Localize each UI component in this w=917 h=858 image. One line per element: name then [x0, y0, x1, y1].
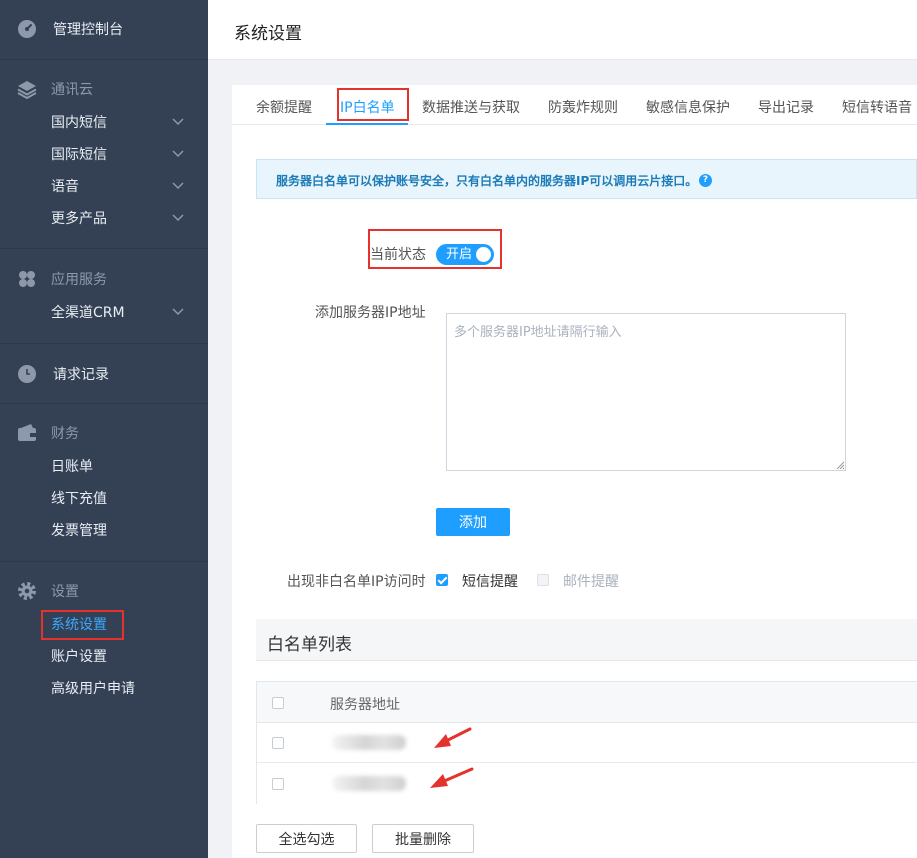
row-checkbox[interactable]: [272, 737, 284, 749]
batch-delete-button[interactable]: 批量删除: [372, 824, 474, 853]
resize-grip-icon[interactable]: [836, 461, 844, 469]
chevron-down-icon[interactable]: [172, 116, 184, 128]
sidebar-dashboard-label: 管理控制台: [53, 22, 123, 38]
notice-text: 服务器白名单可以保护账号安全，只有白名单内的服务器IP可以调用云片接口。: [276, 174, 698, 188]
status-label: 当前状态: [370, 247, 426, 263]
add-button[interactable]: 添加: [436, 508, 510, 536]
tab-anti-bombing[interactable]: 防轰炸规则: [548, 97, 618, 117]
sidebar-item-account-settings[interactable]: 账户设置: [51, 645, 107, 669]
sidebar-group-label: 设置: [51, 584, 79, 600]
whitelist-table: 服务器地址: [256, 681, 917, 804]
sidebar-item-invoice[interactable]: 发票管理: [51, 519, 107, 543]
sidebar-divider: [0, 59, 208, 60]
annotation-arrow-icon: [430, 767, 474, 788]
row-checkbox[interactable]: [272, 778, 284, 790]
sidebar-divider: [0, 248, 208, 249]
sms-alert-checkbox[interactable]: [436, 574, 448, 586]
whitelist-section-header: 白名单列表: [256, 619, 917, 661]
email-alert-checkbox[interactable]: [537, 574, 549, 586]
question-icon[interactable]: ?: [699, 174, 712, 187]
sidebar-group-label: 应用服务: [51, 272, 107, 288]
sidebar-group-settings: 设置: [0, 576, 208, 606]
select-all-button[interactable]: 全选勾选: [256, 824, 357, 853]
page-header: 系统设置: [208, 0, 917, 60]
sidebar-group-finance: 财务: [0, 418, 208, 448]
sidebar-group-cloud: 通讯云: [0, 74, 208, 104]
chevron-down-icon[interactable]: [172, 148, 184, 160]
active-tab-indicator: [326, 123, 408, 125]
server-address-redacted: [332, 735, 406, 750]
table-header: 服务器地址: [257, 682, 917, 723]
gear-icon: [17, 581, 37, 601]
tab-sensitive-info[interactable]: 敏感信息保护: [646, 97, 730, 117]
sidebar-group-label: 财务: [51, 426, 79, 442]
chevron-down-icon[interactable]: [172, 212, 184, 224]
sidebar-item-offline-recharge[interactable]: 线下充值: [51, 487, 107, 511]
annotation-arrow-icon: [434, 727, 472, 748]
server-address-redacted: [332, 776, 406, 791]
wallet-icon: [17, 423, 37, 443]
sidebar-divider: [0, 403, 208, 404]
sidebar-item-more-products[interactable]: 更多产品: [51, 207, 107, 231]
sidebar-item-dashboard[interactable]: 管理控制台: [0, 14, 208, 44]
sidebar-item-intl-sms[interactable]: 国际短信: [51, 143, 107, 167]
info-notice: 服务器白名单可以保护账号安全，只有白名单内的服务器IP可以调用云片接口。 ?: [256, 159, 917, 199]
sidebar-divider: [0, 343, 208, 344]
apps-icon: [17, 269, 37, 289]
sidebar-item-crm[interactable]: 全渠道CRM: [51, 301, 125, 325]
table-row: [257, 723, 917, 763]
sidebar-item-voice[interactable]: 语音: [51, 175, 79, 199]
table-row: [257, 764, 917, 804]
ip-address-textarea[interactable]: [446, 313, 846, 471]
email-alert-label: 邮件提醒: [563, 574, 619, 590]
ip-input-label: 添加服务器IP地址: [315, 305, 426, 321]
chevron-down-icon[interactable]: [172, 180, 184, 192]
sidebar-group-app-services: 应用服务: [0, 264, 208, 294]
whitelist-title: 白名单列表: [267, 635, 352, 655]
toggle-knob: [476, 247, 491, 262]
chevron-down-icon[interactable]: [172, 306, 184, 318]
sidebar-item-daily-bill[interactable]: 日账单: [51, 455, 93, 479]
dashboard-gauge-icon: [17, 19, 37, 39]
sidebar: 管理控制台 通讯云 国内短信 国际短信 语音 更多产品 应用服务 全渠道CRM …: [0, 0, 208, 858]
sidebar-item-advanced-user[interactable]: 高级用户申请: [51, 677, 135, 701]
toggle-on-text: 开启: [446, 247, 473, 262]
sidebar-item-domestic-sms[interactable]: 国内短信: [51, 111, 107, 135]
status-toggle[interactable]: 开启: [436, 244, 494, 265]
tab-balance-alert[interactable]: 余额提醒: [256, 97, 312, 117]
notify-label: 出现非白名单IP访问时: [287, 574, 426, 590]
sidebar-divider: [0, 561, 208, 562]
column-header-server-address: 服务器地址: [330, 697, 400, 713]
highlight-box-system-settings: [41, 610, 124, 640]
tab-export-records[interactable]: 导出记录: [758, 97, 814, 117]
sidebar-group-label: 通讯云: [51, 82, 93, 98]
highlight-box-tab: [337, 88, 409, 121]
tab-sms-to-voice[interactable]: 短信转语音: [842, 97, 912, 117]
sidebar-request-log-label: 请求记录: [53, 367, 109, 383]
layers-icon: [17, 79, 37, 99]
clock-icon: [17, 364, 37, 384]
tab-data-push[interactable]: 数据推送与获取: [422, 97, 520, 117]
select-all-checkbox[interactable]: [272, 697, 284, 709]
sidebar-item-request-log[interactable]: 请求记录: [0, 359, 208, 389]
page-title: 系统设置: [234, 24, 302, 44]
sms-alert-label: 短信提醒: [462, 574, 518, 590]
